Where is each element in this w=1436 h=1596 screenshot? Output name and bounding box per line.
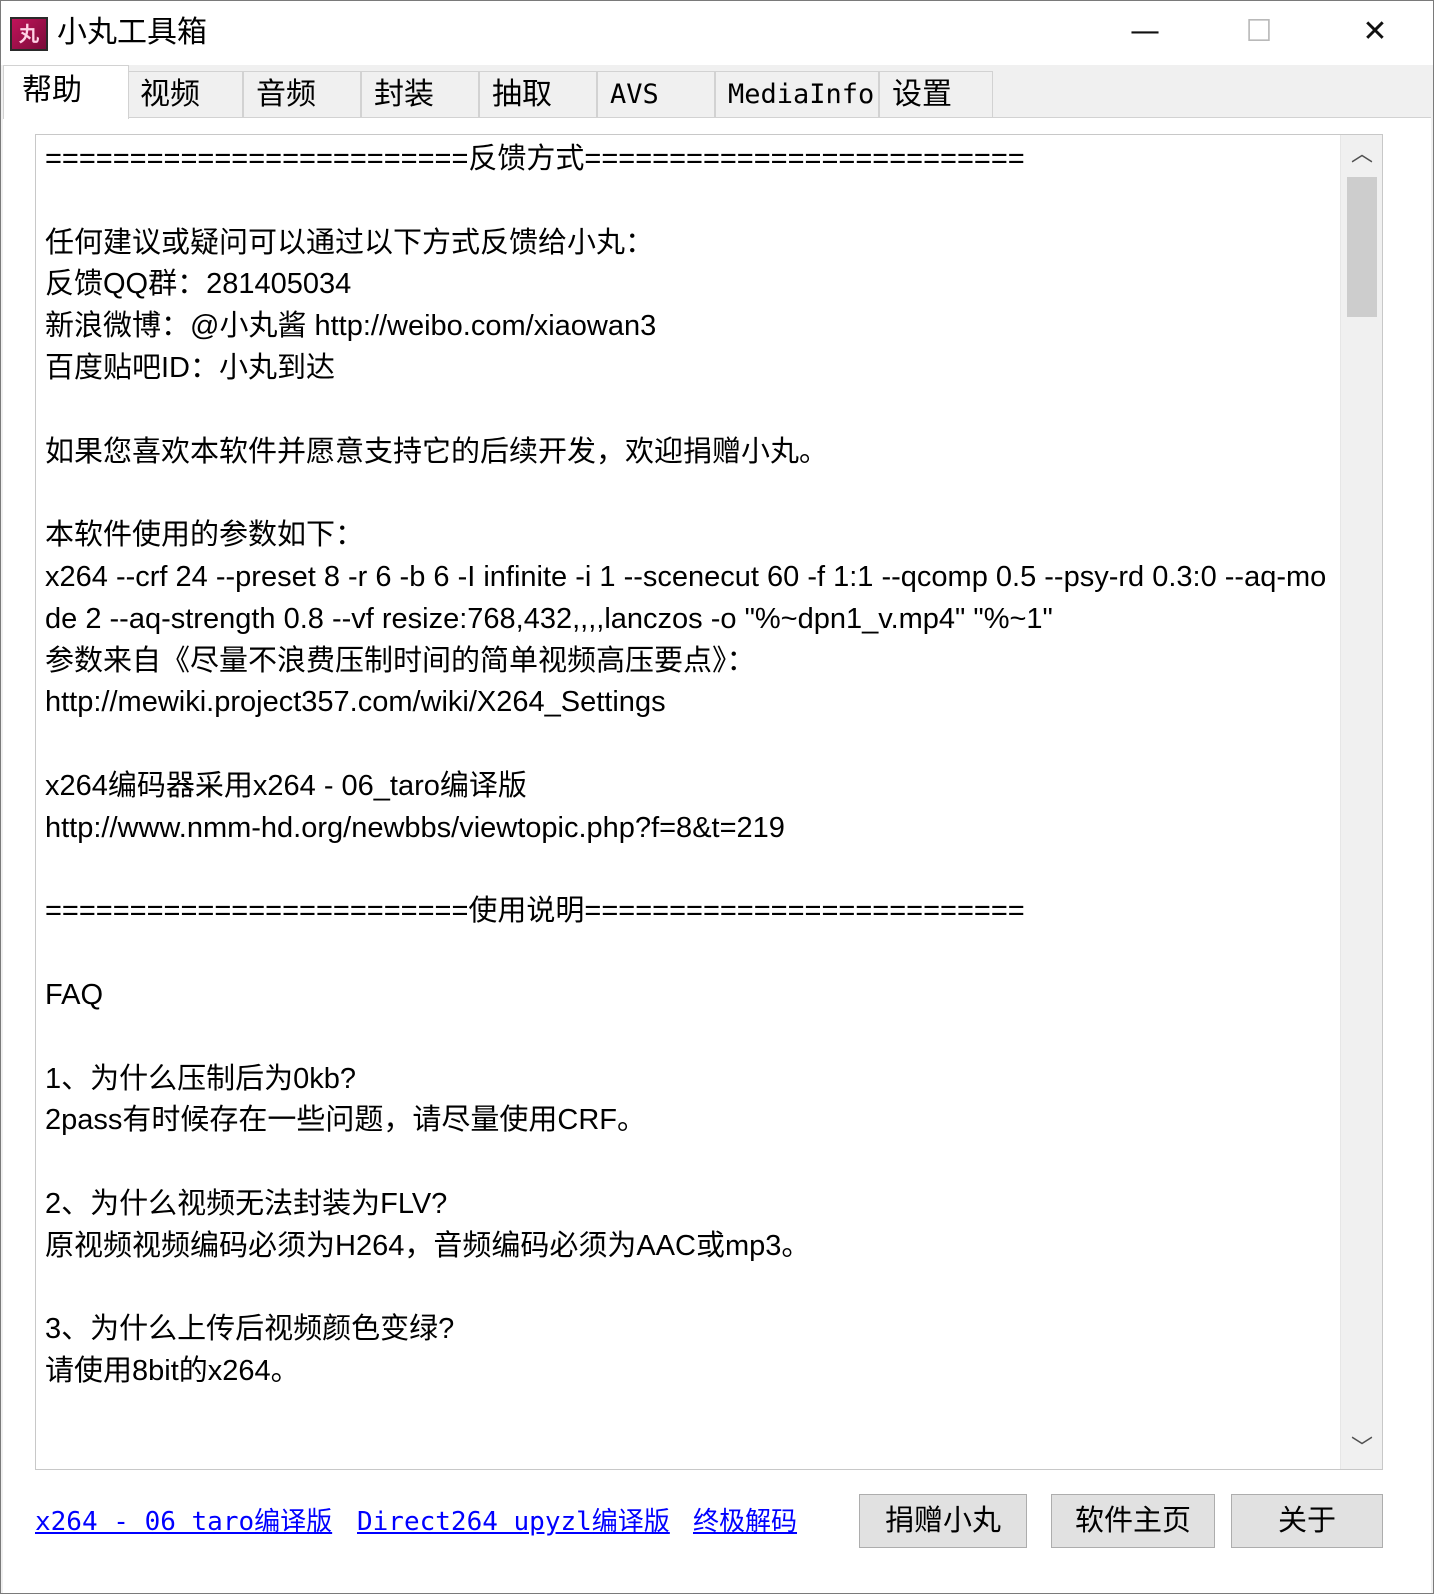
link-direct264-upyzl[interactable]: Direct264 upyzl编译版	[357, 1502, 670, 1542]
help-text: =========================反馈方式===========…	[45, 143, 1327, 1388]
tab-help[interactable]: 帮助	[3, 65, 129, 119]
tab-audio[interactable]: 音频	[243, 71, 361, 117]
scroll-down-icon[interactable]: ﹀	[1341, 1429, 1382, 1469]
about-button[interactable]: 关于	[1231, 1494, 1383, 1548]
tab-settings[interactable]: 设置	[879, 71, 993, 117]
minimize-button[interactable]: —	[1089, 1, 1201, 63]
donate-button[interactable]: 捐赠小丸	[859, 1494, 1027, 1548]
tab-mediainfo[interactable]: MediaInfo	[715, 71, 879, 117]
tab-bar: 帮助 视频 音频 封装 抽取 AVS MediaInfo 设置	[1, 65, 1433, 119]
window-title: 小丸工具箱	[57, 15, 207, 50]
help-textbox[interactable]: =========================反馈方式===========…	[35, 134, 1383, 1470]
title-bar[interactable]: 丸 小丸工具箱 — ☐ ✕	[1, 1, 1433, 65]
link-x264-taro[interactable]: x264 - 06 taro编译版	[35, 1502, 332, 1542]
scroll-up-icon[interactable]: ︿	[1341, 135, 1382, 175]
homepage-button[interactable]: 软件主页	[1051, 1494, 1215, 1548]
scroll-thumb[interactable]	[1347, 177, 1377, 317]
tab-mux[interactable]: 封装	[361, 71, 479, 117]
link-ultimate-codec[interactable]: 终极解码	[693, 1502, 797, 1542]
tab-extract[interactable]: 抽取	[479, 71, 597, 117]
app-window: 丸 小丸工具箱 — ☐ ✕ 帮助 视频 音频 封装 抽取 AVS MediaIn…	[0, 0, 1434, 1594]
maximize-button[interactable]: ☐	[1203, 1, 1315, 63]
tab-avs[interactable]: AVS	[597, 71, 715, 117]
tab-video[interactable]: 视频	[127, 71, 243, 117]
close-button[interactable]: ✕	[1319, 1, 1431, 63]
help-panel: =========================反馈方式===========…	[3, 117, 1431, 1593]
vertical-scrollbar[interactable]: ︿ ﹀	[1340, 135, 1382, 1469]
app-logo-icon: 丸	[10, 17, 48, 51]
